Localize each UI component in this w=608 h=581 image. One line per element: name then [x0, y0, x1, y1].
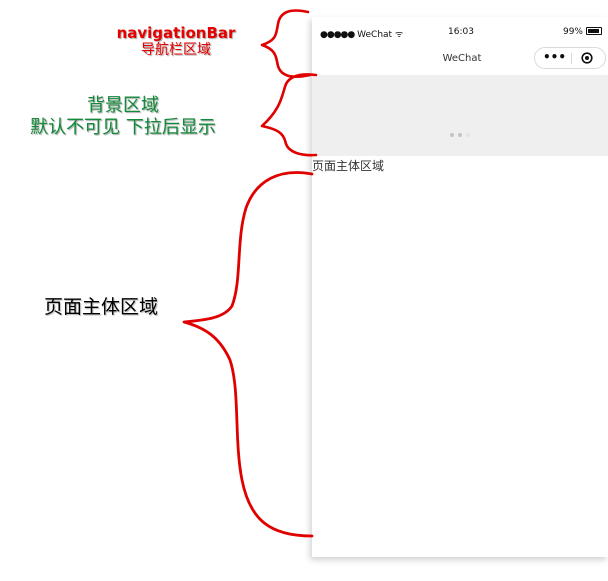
pager-dot — [466, 133, 470, 137]
nav-bar-brace — [260, 9, 312, 78]
carrier-name: WeChat — [357, 30, 393, 40]
signal-icon: ●●●●● — [320, 30, 355, 40]
more-icon[interactable]: ••• — [543, 50, 566, 64]
background-annotation-title: 背景区域 — [87, 95, 159, 116]
navigation-bar-annotation-subtitle: 导航栏区域 — [141, 42, 211, 58]
background-brace — [260, 73, 318, 157]
phone-mockup: ●●●●● WeChat ᯤ 16:03 99% WeChat ••• 页面主体… — [312, 17, 608, 557]
status-carrier: ●●●●● WeChat ᯤ — [320, 27, 403, 40]
page-body-label: 页面主体区域 — [312, 159, 385, 173]
capsule-divider — [571, 53, 572, 64]
navigation-bar-annotation-title: navigationBar — [116, 24, 236, 42]
navigation-bar: WeChat ••• — [312, 47, 608, 75]
pager-dot — [450, 133, 454, 137]
background-area — [312, 75, 608, 156]
diagram-canvas: ●●●●● WeChat ᯤ 16:03 99% WeChat ••• 页面主体… — [0, 0, 608, 581]
wifi-icon: ᯤ — [394, 30, 404, 40]
page-body-brace — [182, 171, 314, 538]
background-annotation-subtitle: 默认不可见 下拉后显示 — [30, 117, 216, 138]
navigation-bar-annotation: navigationBar 导航栏区域 — [108, 24, 244, 59]
battery-percent: 99% — [562, 27, 583, 37]
status-battery: 99% — [563, 27, 602, 37]
target-circle-icon[interactable] — [581, 52, 593, 64]
menu-capsule[interactable]: ••• — [534, 47, 606, 69]
page-body-annotation: 页面主体区域 — [43, 296, 158, 318]
status-bar: ●●●●● WeChat ᯤ 16:03 99% — [312, 17, 608, 49]
page-body-area: 页面主体区域 — [312, 156, 608, 557]
background-annotation: 背景区域 默认不可见 下拉后显示 — [0, 95, 246, 139]
status-time: 16:03 — [448, 27, 474, 37]
battery-icon — [586, 27, 602, 35]
pager-dot — [458, 133, 462, 137]
